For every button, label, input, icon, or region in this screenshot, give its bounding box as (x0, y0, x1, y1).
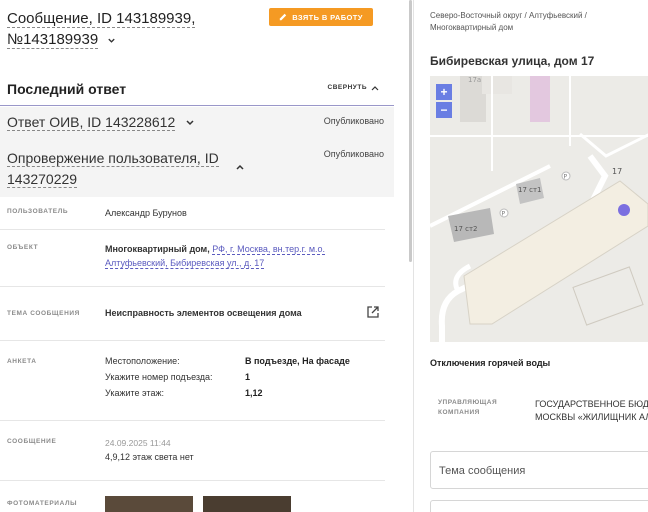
object-value: Многоквартирный дом, РФ, г. Москва, вн.т… (105, 242, 365, 270)
breadcrumb-line2: Многоквартирный дом (430, 23, 514, 32)
map-label-17: 17 (612, 167, 622, 176)
topic-label: ТЕМА СООБЩЕНИЯ (7, 310, 80, 317)
take-to-work-label: ВЗЯТЬ В РАБОТУ (292, 12, 363, 22)
map-building (482, 76, 512, 94)
map[interactable]: 17а 17 17 ст1 17 ст2 P P + − (430, 76, 648, 342)
management-company-label: УПРАВЛЯЮЩАЯ КОМПАНИЯ (438, 398, 497, 418)
message-text: 4,9,12 этаж света нет (105, 452, 194, 462)
divider (0, 420, 385, 421)
anketa-value: В подъезде, На фасаде (245, 356, 350, 366)
uk-value-line1: ГОСУДАРСТВЕННОЕ БЮДЖ (535, 399, 648, 409)
map-parking-label: P (502, 211, 506, 218)
message-panel: Сообщение, ID 143189939, №143189939 ВЗЯТ… (0, 0, 394, 512)
message-date: 24.09.2025 11:44 (105, 438, 171, 448)
zoom-out-button[interactable]: − (436, 102, 452, 118)
uk-value-line2: МОСКВЫ «ЖИЛИЩНИК АЛ (535, 412, 648, 422)
topic-input[interactable]: Тема сообщения (430, 451, 648, 489)
breadcrumb-line1: Северо-Восточный округ / Алтуфьевский / (430, 11, 587, 20)
object-type: Многоквартирный дом, (105, 244, 210, 254)
chevron-up-icon (371, 85, 379, 90)
external-link-icon[interactable] (366, 305, 380, 319)
oiv-answer-toggle[interactable]: Ответ ОИВ, ID 143228612 (7, 114, 195, 131)
divider (0, 480, 385, 481)
page: Сообщение, ID 143189939, №143189939 ВЗЯТ… (0, 0, 648, 512)
uk-label-line2: КОМПАНИЯ (438, 409, 480, 416)
anketa-label: АНКЕТА (7, 358, 37, 365)
map-label-17s1: 17 ст1 (518, 186, 542, 194)
photos-label: ФОТОМАТЕРИАЛЫ (7, 500, 78, 507)
title-line2: №143189939 (7, 31, 99, 49)
map-label-17s2: 17 ст2 (454, 225, 478, 233)
chevron-up-icon[interactable] (235, 163, 245, 171)
last-answer-header: Последний ответ СВЕРНУТЬ (0, 80, 394, 106)
chevron-down-icon[interactable] (107, 36, 116, 45)
take-to-work-button[interactable]: ВЗЯТЬ В РАБОТУ (269, 8, 373, 26)
collapse-button[interactable]: СВЕРНУТЬ (328, 84, 379, 91)
breadcrumb: Северо-Восточный округ / Алтуфьевский / … (430, 10, 640, 34)
map-building (530, 76, 550, 122)
management-company-value: ГОСУДАРСТВЕННОЕ БЮДЖ МОСКВЫ «ЖИЛИЩНИК АЛ (535, 398, 648, 424)
hot-water-outages[interactable]: Отключения горячей воды (430, 358, 550, 368)
scrollbar[interactable] (409, 0, 412, 262)
anketa-key: Укажите номер подъезда: (105, 372, 213, 382)
answers-block: Ответ ОИВ, ID 143228612 Опубликовано Опр… (0, 107, 394, 197)
location-panel: Северо-Восточный округ / Алтуфьевский / … (414, 0, 648, 512)
message-label: СООБЩЕНИЕ (7, 438, 57, 445)
divider (0, 340, 385, 341)
photo-thumbnail[interactable] (203, 496, 291, 512)
chevron-down-icon (186, 120, 194, 126)
object-label: ОБЪЕКТ (7, 244, 39, 251)
object-address-link-1[interactable]: РФ, г. Москва, вн.тер.г. м.о. (212, 244, 326, 255)
refutation-status: Опубликовано (323, 149, 384, 159)
message-title[interactable]: Сообщение, ID 143189939, №143189939 (7, 8, 257, 50)
title-line1: Сообщение, ID 143189939, (7, 10, 196, 28)
anketa-key: Укажите этаж: (105, 388, 164, 398)
pencil-icon (279, 13, 287, 21)
collapse-label: СВЕРНУТЬ (327, 84, 367, 91)
divider (0, 229, 385, 230)
oiv-answer-status: Опубликовано (323, 116, 384, 126)
uk-label-line1: УПРАВЛЯЮЩАЯ (438, 399, 498, 406)
topic-value: Неисправность элементов освещения дома (105, 308, 302, 318)
text-input[interactable] (430, 500, 648, 512)
user-label: ПОЛЬЗОВАТЕЛЬ (7, 208, 69, 215)
user-value: Александр Бурунов (105, 208, 187, 218)
user-refutation-toggle[interactable]: Опровержение пользователя, ID 143270229 (7, 148, 227, 190)
map-label-17a: 17а (468, 76, 481, 84)
refutation-title-line1: Опровержение пользователя, ID (7, 150, 219, 167)
map-canvas[interactable]: 17а 17 17 ст1 17 ст2 P P (430, 76, 648, 342)
anketa-value: 1 (245, 372, 251, 382)
divider (0, 286, 385, 287)
object-address-link-2[interactable]: Алтуфьевский, Бибиревская ул., д. 17 (105, 258, 265, 269)
anketa-key: Местоположение: (105, 356, 180, 366)
last-answer-title: Последний ответ (7, 81, 127, 97)
oiv-answer-title: Ответ ОИВ, ID 143228612 (7, 114, 176, 131)
map-marker (618, 204, 630, 216)
photo-thumbnail[interactable] (105, 496, 193, 512)
anketa-value: 1,12 (245, 388, 263, 398)
zoom-in-button[interactable]: + (436, 84, 452, 100)
map-parking-label: P (564, 174, 568, 181)
refutation-title-line2: 143270229 (7, 171, 78, 188)
street-title: Бибиревская улица, дом 17 (430, 54, 595, 68)
